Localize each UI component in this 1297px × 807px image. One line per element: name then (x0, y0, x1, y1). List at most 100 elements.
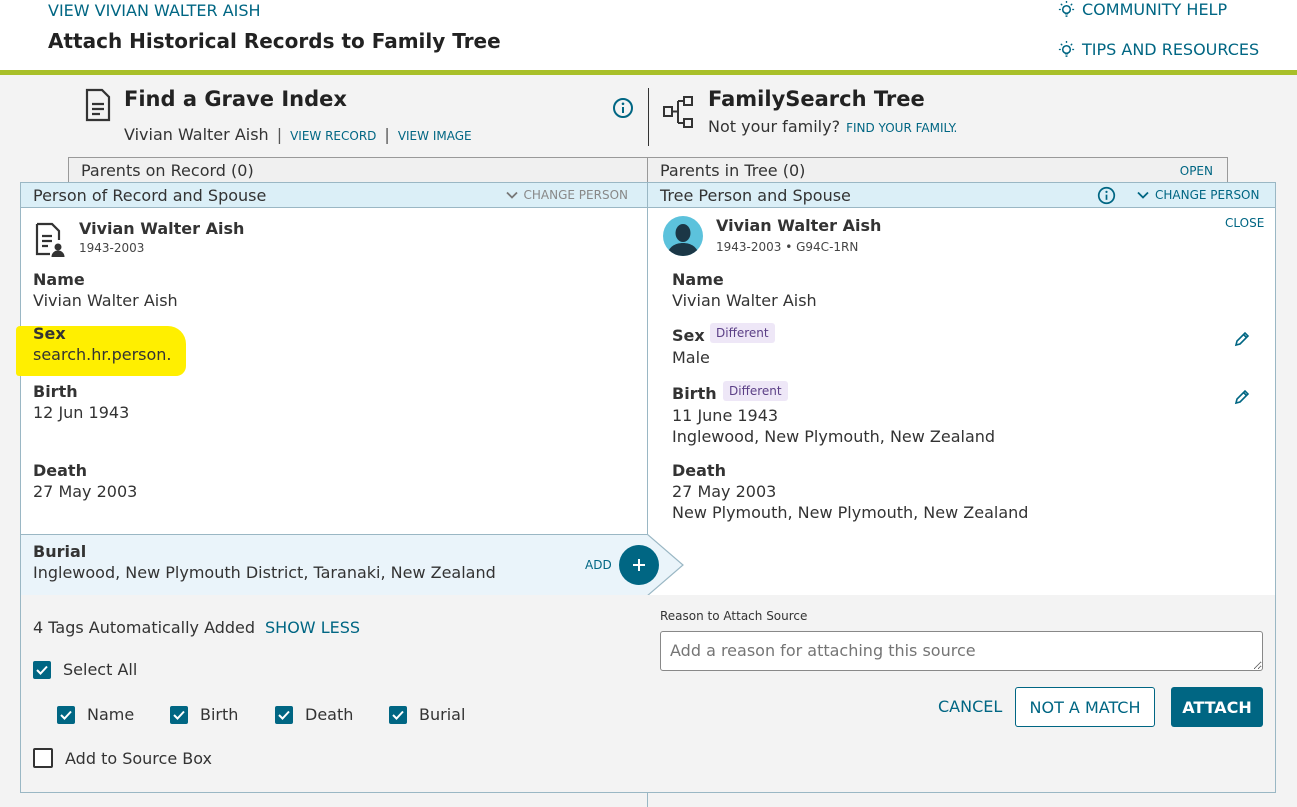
death-label: Death (33, 461, 87, 480)
sex-value: search.hr.person. (33, 345, 172, 364)
tree-birth-date: 11 June 1943 (672, 406, 779, 425)
tag-label: Burial (419, 705, 466, 724)
record-person-dates: 1943-2003 (79, 241, 145, 255)
lightbulb-icon (1058, 40, 1075, 57)
show-less-link[interactable]: SHOW LESS (265, 618, 360, 637)
close-link[interactable]: CLOSE (1225, 216, 1264, 230)
record-person-name: Vivian Walter Aish (79, 219, 245, 238)
attach-button[interactable]: ATTACH (1171, 687, 1263, 727)
change-person-right-button[interactable]: CHANGE PERSON (1137, 188, 1259, 202)
page-header: VIEW VIVIAN WALTER AISH Attach Historica… (0, 0, 1297, 70)
edit-birth-pencil-icon[interactable] (1233, 388, 1251, 406)
checkbox-checked[interactable] (389, 705, 407, 724)
tag-checkbox-death[interactable]: Death (275, 705, 353, 724)
check-icon (278, 710, 290, 720)
chevron-down-icon (505, 191, 518, 199)
check-icon (60, 710, 72, 720)
tree-subline: Not your family? FIND YOUR FAMILY. (708, 117, 957, 136)
parents-in-tree-tab[interactable]: Parents in Tree (0) OPEN (647, 157, 1228, 183)
sex-label: Sex (33, 324, 66, 343)
reason-textarea[interactable] (660, 631, 1263, 671)
parents-on-record-label: Parents on Record (0) (81, 161, 254, 180)
tree-name-label: Name (672, 270, 724, 289)
sex-different-badge: Different (710, 323, 775, 343)
checkbox-checked[interactable] (57, 705, 75, 724)
record-subline: Vivian Walter Aish | VIEW RECORD | VIEW … (124, 125, 472, 144)
change-person-left-label: CHANGE PERSON (523, 188, 628, 202)
tree-person-title: Tree Person and Spouse (660, 186, 851, 205)
select-all-label: Select All (63, 660, 138, 679)
death-value: 27 May 2003 (33, 482, 138, 501)
tags-summary: 4 Tags Automatically Added (33, 618, 256, 637)
tree-birth-place: Inglewood, New Plymouth, New Zealand (672, 427, 996, 446)
avatar (663, 216, 703, 256)
lightbulb-icon (1058, 0, 1075, 17)
select-all-checkbox[interactable]: Select All (33, 660, 137, 679)
add-burial-button[interactable] (619, 545, 659, 585)
tree-death-place: New Plymouth, New Plymouth, New Zealand (672, 503, 1029, 522)
lower-column-divider (647, 793, 648, 807)
tag-checkbox-birth[interactable]: Birth (170, 705, 238, 724)
person-of-record-title: Person of Record and Spouse (33, 186, 267, 205)
tree-person-name: Vivian Walter Aish (716, 216, 882, 235)
view-image-link[interactable]: VIEW IMAGE (398, 129, 472, 143)
tree-sex-value: Male (672, 348, 710, 367)
tag-checkbox-burial[interactable]: Burial (389, 705, 465, 724)
burial-value: Inglewood, New Plymouth District, Tarana… (33, 563, 496, 582)
check-icon (36, 665, 48, 675)
checkbox-checked[interactable] (275, 705, 293, 724)
parents-on-record-tab[interactable]: Parents on Record (0) (68, 157, 648, 183)
heading-divider (648, 88, 649, 146)
tips-resources-label: TIPS AND RESOURCES (1082, 40, 1260, 59)
tree-death-date: 27 May 2003 (672, 482, 777, 501)
reason-label: Reason to Attach Source (660, 609, 808, 623)
burial-row: Burial Inglewood, New Plymouth District,… (21, 534, 647, 595)
add-burial-label[interactable]: ADD (585, 558, 612, 572)
add-to-source-box-label: Add to Source Box (65, 748, 212, 768)
tree-sex-label: Sex (672, 326, 705, 345)
check-icon (392, 710, 404, 720)
separator: | (384, 125, 390, 144)
edit-sex-pencil-icon[interactable] (1233, 330, 1251, 348)
tag-checkbox-name[interactable]: Name (57, 705, 134, 724)
name-label: Name (33, 270, 85, 289)
view-person-link[interactable]: VIEW VIVIAN WALTER AISH (48, 1, 261, 20)
community-help-label: COMMUNITY HELP (1082, 0, 1228, 19)
tree-title: FamilySearch Tree (708, 87, 925, 111)
family-tree-icon (663, 96, 693, 128)
birth-value: 12 Jun 1943 (33, 403, 130, 422)
cancel-button[interactable]: CANCEL (938, 697, 1002, 716)
find-your-family-link[interactable]: FIND YOUR FAMILY. (846, 121, 957, 135)
person-of-record-bar: Person of Record and Spouse CHANGE PERSO… (20, 182, 648, 208)
chevron-down-icon (1137, 191, 1149, 199)
info-icon[interactable] (1097, 186, 1116, 205)
open-parents-link[interactable]: OPEN (1180, 164, 1213, 178)
checkbox-unchecked[interactable] (33, 748, 53, 768)
record-person-icon (35, 222, 65, 257)
add-to-source-box-checkbox[interactable]: Add to Source Box (33, 748, 212, 768)
birth-different-badge: Different (723, 381, 788, 401)
community-help-link[interactable]: COMMUNITY HELP (1057, 0, 1227, 19)
record-person-name: Vivian Walter Aish (124, 125, 269, 144)
birth-label: Birth (33, 382, 78, 401)
not-a-match-button[interactable]: NOT A MATCH (1015, 687, 1155, 727)
tag-label: Name (87, 705, 135, 724)
plus-icon (633, 559, 645, 571)
view-record-link[interactable]: VIEW RECORD (290, 129, 376, 143)
bottom-divider (20, 792, 1276, 793)
info-icon[interactable] (612, 97, 634, 119)
tag-label: Birth (200, 705, 239, 724)
checkbox-checked[interactable] (170, 705, 188, 724)
tips-resources-link[interactable]: TIPS AND RESOURCES (1057, 40, 1259, 59)
burial-label: Burial (33, 542, 87, 561)
checkbox-checked[interactable] (33, 660, 51, 679)
header-accent-rule (0, 70, 1297, 75)
change-person-left-button[interactable]: CHANGE PERSON (505, 188, 628, 202)
tag-label: Death (305, 705, 354, 724)
record-collection-title: Find a Grave Index (124, 87, 347, 111)
tree-person-dates-id: 1943-2003 • G94C-1RN (716, 240, 859, 254)
not-your-family-text: Not your family? (708, 117, 841, 136)
tree-birth-label: Birth (672, 384, 717, 403)
tree-death-label: Death (672, 461, 726, 480)
check-icon (173, 710, 185, 720)
